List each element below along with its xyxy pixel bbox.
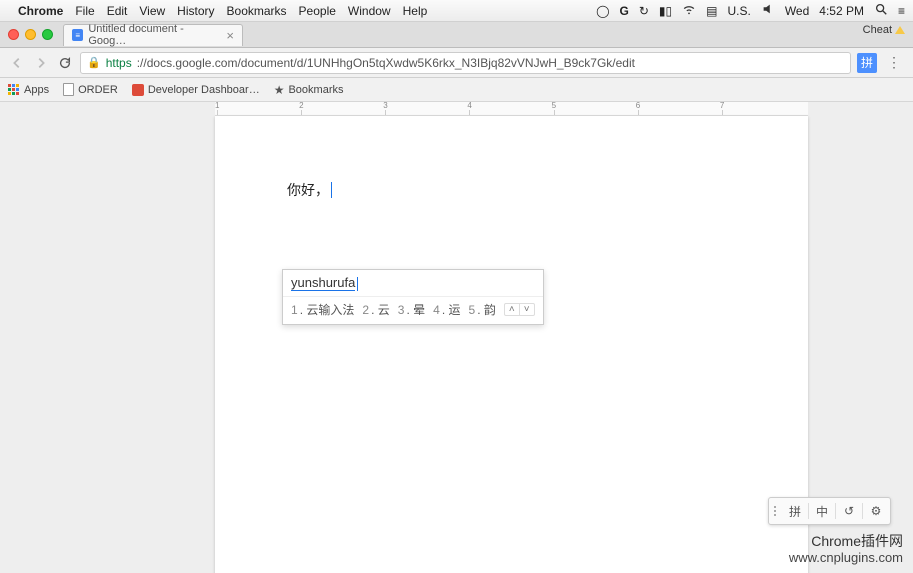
macos-menubar: Chrome File Edit View History Bookmarks …: [0, 0, 913, 22]
ime-composition: yunshurufa: [283, 270, 543, 296]
zoom-window-button[interactable]: [42, 29, 53, 40]
ime-sync-button[interactable]: ↺: [837, 500, 861, 522]
chrome-menu-button[interactable]: ⋮: [883, 54, 905, 71]
star-icon: ★: [274, 83, 285, 97]
menu-edit[interactable]: Edit: [107, 4, 128, 18]
horizontal-ruler[interactable]: 1 2 3 4 5 6 7: [215, 102, 808, 116]
watermark-line1: Chrome插件网: [789, 532, 903, 550]
apps-grid-icon: [8, 84, 20, 96]
cheat-label: Cheat: [863, 24, 905, 36]
menu-file[interactable]: File: [75, 4, 94, 18]
ime-candidate-5[interactable]: 5. 韵: [469, 301, 496, 318]
ime-mode-chinese-button[interactable]: 中: [810, 500, 834, 522]
watermark: Chrome插件网 www.cnplugins.com: [789, 532, 903, 567]
bookmark-folder-bookmarks[interactable]: ★ Bookmarks: [274, 83, 344, 97]
ime-candidate-1[interactable]: 1. 云输入法: [291, 301, 354, 318]
text-cursor: [331, 182, 332, 198]
wifi-icon[interactable]: [682, 2, 696, 19]
back-button[interactable]: [8, 54, 26, 72]
bookmark-dev-dashboard[interactable]: Developer Dashboar…: [132, 84, 260, 96]
tab-strip: ≡ Untitled document - Goog… × Cheat: [0, 22, 913, 48]
ime-settings-button[interactable]: ⚙: [864, 500, 888, 522]
ime-extension-icon[interactable]: 拼: [857, 53, 877, 73]
window-controls: [8, 29, 53, 40]
drag-grip-icon[interactable]: [774, 506, 780, 516]
watermark-line2: www.cnplugins.com: [789, 550, 903, 567]
menu-people[interactable]: People: [299, 4, 336, 18]
spotlight-icon[interactable]: [874, 2, 888, 19]
bookmark-label: ORDER: [78, 84, 118, 96]
ime-candidate-3[interactable]: 3. 晕: [398, 301, 425, 318]
tab-title: Untitled document - Goog…: [88, 23, 217, 47]
address-bar[interactable]: 🔒 https ://docs.google.com/document/d/1UN…: [80, 52, 851, 74]
app-name[interactable]: Chrome: [18, 4, 63, 18]
status-icon-refresh[interactable]: ↻: [639, 4, 649, 18]
close-window-button[interactable]: [8, 29, 19, 40]
ime-candidate-list: 1. 云输入法 2. 云 3. 晕 4. 运 5. 韵 ˄˅: [283, 296, 543, 324]
status-icon-g[interactable]: G: [620, 4, 629, 18]
battery-icon[interactable]: ▮▯: [659, 4, 672, 18]
bookmarks-bar: Apps ORDER Developer Dashboar… ★ Bookmar…: [0, 78, 913, 102]
ime-candidate-window: yunshurufa 1. 云输入法 2. 云 3. 晕 4. 运 5. 韵 ˄…: [282, 269, 544, 325]
bookmark-label: Bookmarks: [288, 84, 343, 96]
url-scheme: https: [106, 56, 132, 70]
clock-day[interactable]: Wed: [785, 4, 809, 18]
menu-view[interactable]: View: [139, 4, 165, 18]
clock-time[interactable]: 4:52 PM: [819, 4, 864, 18]
ime-mode-pinyin-button[interactable]: 拼: [783, 500, 807, 522]
menu-extras-icon[interactable]: ≡: [898, 4, 905, 18]
apps-shortcut[interactable]: Apps: [8, 84, 49, 96]
lock-icon: 🔒: [87, 56, 101, 69]
ime-candidate-4[interactable]: 4. 运: [433, 301, 460, 318]
dev-icon: [132, 84, 144, 96]
input-locale[interactable]: U.S.: [727, 4, 750, 18]
url-path: ://docs.google.com/document/d/1UNHhgOn5t…: [137, 56, 635, 70]
bookmark-label: Developer Dashboar…: [148, 84, 260, 96]
bookmark-order[interactable]: ORDER: [63, 83, 118, 96]
toolbar: 🔒 https ://docs.google.com/document/d/1UN…: [0, 48, 913, 78]
volume-icon[interactable]: [761, 2, 775, 19]
flag-icon[interactable]: ▤: [706, 4, 717, 18]
ime-next-icon[interactable]: ˅: [520, 304, 534, 315]
menu-help[interactable]: Help: [403, 4, 428, 18]
menu-window[interactable]: Window: [348, 4, 391, 18]
browser-tab[interactable]: ≡ Untitled document - Goog… ×: [63, 24, 243, 46]
menu-bookmarks[interactable]: Bookmarks: [227, 4, 287, 18]
document-page[interactable]: 你好，: [215, 116, 808, 573]
document-body[interactable]: 你好，: [215, 116, 808, 264]
ime-candidate-2[interactable]: 2. 云: [362, 301, 389, 318]
ime-floating-toolbar[interactable]: 拼 中 ↺ ⚙: [768, 497, 891, 525]
reload-button[interactable]: [56, 54, 74, 72]
minimize-window-button[interactable]: [25, 29, 36, 40]
menu-history[interactable]: History: [177, 4, 214, 18]
page-icon: [63, 83, 74, 96]
docs-favicon-icon: ≡: [72, 29, 83, 41]
tab-close-icon[interactable]: ×: [226, 28, 234, 43]
document-viewport: 1 2 3 4 5 6 7 你好， yunshurufa 1. 云输入法 2. …: [0, 102, 913, 573]
text-line-1: 你好，: [287, 180, 329, 200]
apps-label: Apps: [24, 84, 49, 96]
forward-button[interactable]: [32, 54, 50, 72]
status-icon-1[interactable]: ◯: [596, 4, 609, 18]
ime-prev-icon[interactable]: ˄: [505, 304, 520, 315]
ime-page-arrows[interactable]: ˄˅: [504, 303, 535, 316]
